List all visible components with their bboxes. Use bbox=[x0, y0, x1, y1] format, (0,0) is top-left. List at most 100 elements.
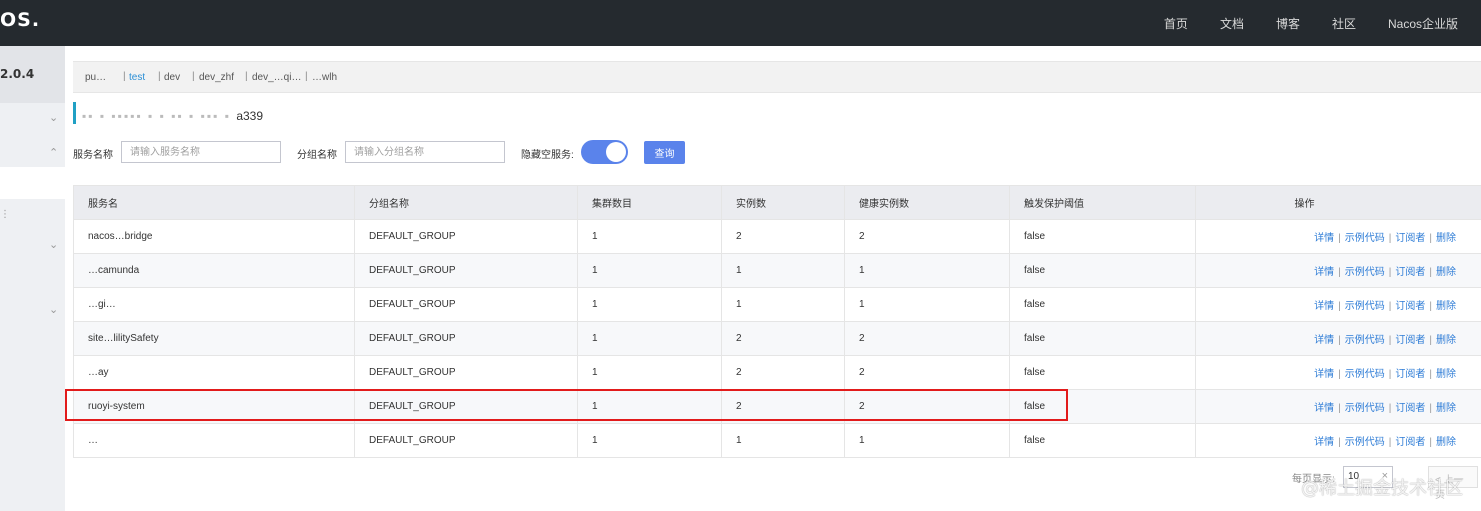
delete-link[interactable]: 删除 bbox=[1436, 335, 1456, 346]
service-name-input[interactable] bbox=[121, 141, 281, 163]
detail-link[interactable]: 详情 bbox=[1314, 233, 1334, 244]
namespace-separator: | bbox=[123, 71, 126, 82]
threshold-cell: false bbox=[1009, 219, 1196, 254]
nacos-logo[interactable]: OS. bbox=[0, 9, 40, 31]
subscribers-link[interactable]: 订阅者 bbox=[1395, 267, 1425, 278]
top-navbar: OS. 首页 文档 博客 社区 Nacos企业版 bbox=[0, 0, 1481, 46]
col-operations: 操作 bbox=[1195, 185, 1481, 220]
action-separator: | bbox=[1338, 437, 1341, 448]
namespace-separator: | bbox=[158, 71, 161, 82]
highlight-box bbox=[65, 389, 1068, 421]
nav-enterprise[interactable]: Nacos企业版 bbox=[1388, 15, 1458, 32]
query-button[interactable]: 查询 bbox=[644, 141, 685, 164]
detail-link[interactable]: 详情 bbox=[1314, 267, 1334, 278]
chevron-down-icon[interactable]: ⌄ bbox=[49, 111, 58, 124]
namespace-separator: | bbox=[192, 71, 195, 82]
cluster-count-cell: 1 bbox=[577, 355, 722, 390]
action-separator: | bbox=[1388, 301, 1392, 312]
action-separator: | bbox=[1388, 369, 1392, 380]
nav-community[interactable]: 社区 bbox=[1332, 15, 1356, 32]
namespace-separator: | bbox=[245, 71, 248, 82]
subscribers-link[interactable]: 订阅者 bbox=[1395, 335, 1425, 346]
delete-link[interactable]: 删除 bbox=[1436, 301, 1456, 312]
page-title-suffix: a339 bbox=[236, 109, 264, 123]
instance-count-cell: 2 bbox=[721, 355, 845, 390]
namespace-bar: pu… | test | dev | dev_zhf | dev_…qi… | … bbox=[73, 61, 1481, 93]
subscribers-link[interactable]: 订阅者 bbox=[1395, 301, 1425, 312]
action-separator: | bbox=[1338, 403, 1341, 414]
switch-knob bbox=[606, 142, 626, 162]
subscribers-link[interactable]: 订阅者 bbox=[1395, 437, 1425, 448]
cluster-count-cell: 1 bbox=[577, 321, 722, 356]
operations-cell: 详情 | 示例代码 | 订阅者 | 删除 bbox=[1195, 423, 1481, 458]
sidebar-item-active[interactable] bbox=[0, 167, 65, 199]
table-row: site…lilitySafety DEFAULT_GROUP 1 2 2 false 详情… bbox=[73, 321, 1481, 356]
sample-code-link[interactable]: 示例代码 bbox=[1345, 301, 1385, 312]
subscribers-link[interactable]: 订阅者 bbox=[1395, 369, 1425, 380]
chevron-up-icon[interactable]: ⌃ bbox=[49, 146, 58, 159]
nav-blog[interactable]: 博客 bbox=[1276, 15, 1300, 32]
nav-home[interactable]: 首页 bbox=[1164, 15, 1188, 32]
operations-cell: 详情 | 示例代码 | 订阅者 | 删除 bbox=[1195, 321, 1481, 356]
group-name-cell: DEFAULT_GROUP bbox=[354, 219, 578, 254]
healthy-count-cell: 1 bbox=[844, 287, 1010, 322]
version-label: 2.0.4 bbox=[0, 67, 35, 81]
delete-link[interactable]: 删除 bbox=[1436, 233, 1456, 244]
group-name-input[interactable] bbox=[345, 141, 505, 163]
watermark: @稀土掘金技术社区 bbox=[1301, 478, 1463, 499]
action-separator: | bbox=[1338, 267, 1341, 278]
namespace-item-dev[interactable]: dev bbox=[164, 72, 180, 83]
sample-code-link[interactable]: 示例代码 bbox=[1345, 437, 1385, 448]
detail-link[interactable]: 详情 bbox=[1314, 335, 1334, 346]
group-name-cell: DEFAULT_GROUP bbox=[354, 423, 578, 458]
delete-link[interactable]: 删除 bbox=[1436, 369, 1456, 380]
service-name-cell: …ay bbox=[73, 355, 355, 390]
chevron-down-icon[interactable]: ⌄ bbox=[49, 238, 58, 251]
subscribers-link[interactable]: 订阅者 bbox=[1395, 233, 1425, 244]
detail-link[interactable]: 详情 bbox=[1314, 437, 1334, 448]
sample-code-link[interactable]: 示例代码 bbox=[1345, 233, 1385, 244]
operations-cell: 详情 | 示例代码 | 订阅者 | 删除 bbox=[1195, 389, 1481, 424]
sample-code-link[interactable]: 示例代码 bbox=[1345, 403, 1385, 414]
chevron-down-icon[interactable]: ⌄ bbox=[49, 303, 58, 316]
threshold-cell: false bbox=[1009, 355, 1196, 390]
table-row: …ay DEFAULT_GROUP 1 2 2 false 详情 | 示例代码 | 订阅者 | 删除 bbox=[73, 355, 1481, 390]
redacted-title: ▪▪ ▪ ▪▪▪▪▪ ▪ ▪ ▪▪ ▪ ▪▪▪ ▪ bbox=[82, 109, 237, 123]
group-name-cell: DEFAULT_GROUP bbox=[354, 253, 578, 288]
action-separator: | bbox=[1338, 335, 1341, 346]
sample-code-link[interactable]: 示例代码 bbox=[1345, 369, 1385, 380]
title-accent-bar bbox=[73, 102, 76, 124]
service-name-cell: site…lilitySafety bbox=[73, 321, 355, 356]
nav-docs[interactable]: 文档 bbox=[1220, 15, 1244, 32]
detail-link[interactable]: 详情 bbox=[1314, 369, 1334, 380]
table-row: nacos…bridge DEFAULT_GROUP 1 2 2 false 详情 | 示例代码… bbox=[73, 219, 1481, 254]
action-separator: | bbox=[1429, 233, 1432, 244]
hide-empty-label: 隐藏空服务: bbox=[521, 150, 574, 161]
healthy-count-cell: 2 bbox=[844, 355, 1010, 390]
cluster-count-cell: 1 bbox=[577, 253, 722, 288]
action-separator: | bbox=[1429, 267, 1432, 278]
sample-code-link[interactable]: 示例代码 bbox=[1345, 267, 1385, 278]
col-healthy-instance-count: 健康实例数 bbox=[844, 185, 1010, 220]
sidebar: 2.0.4 ⌄ ⌃ ⋮ ⌄ ⌄ bbox=[0, 46, 65, 511]
delete-link[interactable]: 删除 bbox=[1436, 403, 1456, 414]
sample-code-link[interactable]: 示例代码 bbox=[1345, 335, 1385, 346]
delete-link[interactable]: 删除 bbox=[1436, 437, 1456, 448]
namespace-item[interactable]: dev_…qi… bbox=[252, 72, 301, 83]
action-separator: | bbox=[1388, 437, 1392, 448]
detail-link[interactable]: 详情 bbox=[1314, 301, 1334, 312]
action-separator: | bbox=[1429, 403, 1432, 414]
hide-empty-switch[interactable] bbox=[581, 140, 628, 164]
subscribers-link[interactable]: 订阅者 bbox=[1395, 403, 1425, 414]
detail-link[interactable]: 详情 bbox=[1314, 403, 1334, 414]
delete-link[interactable]: 删除 bbox=[1436, 267, 1456, 278]
healthy-count-cell: 1 bbox=[844, 253, 1010, 288]
namespace-item-test[interactable]: test bbox=[129, 72, 145, 83]
namespace-item[interactable]: pu… bbox=[85, 72, 106, 83]
col-cluster-count: 集群数目 bbox=[577, 185, 722, 220]
namespace-item[interactable]: …wlh bbox=[312, 72, 337, 83]
instance-count-cell: 2 bbox=[721, 321, 845, 356]
threshold-cell: false bbox=[1009, 423, 1196, 458]
cluster-count-cell: 1 bbox=[577, 287, 722, 322]
namespace-item-dev-zhf[interactable]: dev_zhf bbox=[199, 72, 234, 83]
